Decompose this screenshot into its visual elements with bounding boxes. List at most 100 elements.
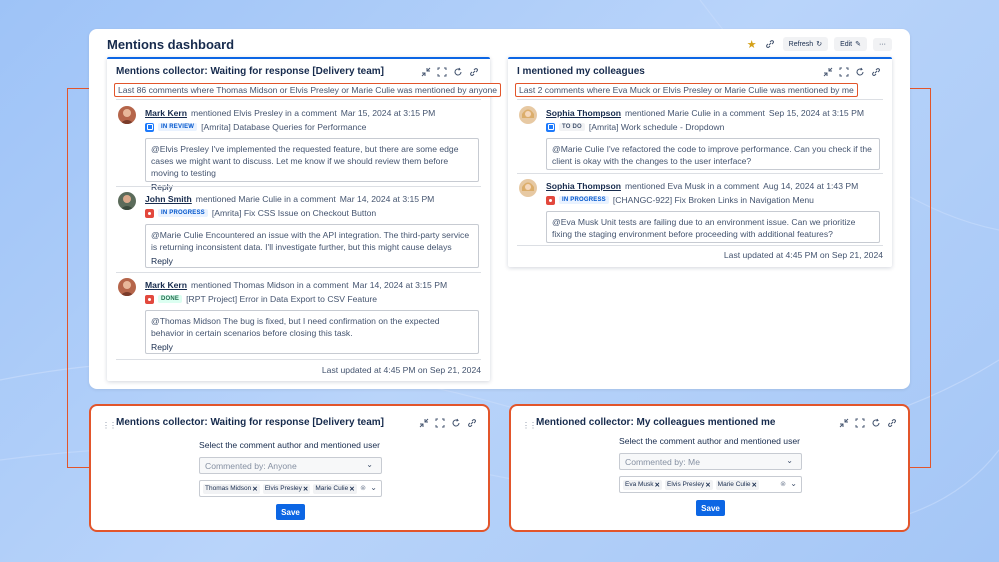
- dashboard-panel: Mentions dashboard ★ Refresh ↻ Edit ✎ ··…: [89, 29, 910, 389]
- comment-box: @Marie Culie I've refactored the code to…: [546, 138, 880, 170]
- collapse-icon[interactable]: [822, 66, 834, 78]
- config-panel-right: ⋮⋮ Mentioned collector: My colleagues me…: [509, 404, 910, 532]
- config-left-title: Mentions collector: Waiting for response…: [116, 417, 385, 428]
- divider: [116, 359, 481, 360]
- collapse-icon[interactable]: [420, 66, 432, 78]
- dashboard-title: Mentions dashboard: [107, 37, 235, 52]
- status-badge: IN PROGRESS: [158, 209, 208, 217]
- remove-tag-icon[interactable]: ✕: [252, 485, 257, 493]
- user-tag-label: Marie Culie: [315, 485, 349, 492]
- issue-line: IN REVIEW [Amrita] Database Queries for …: [145, 122, 366, 132]
- issue-line: DONE [RPT Project] Error in Data Export …: [145, 294, 377, 304]
- refresh-icon[interactable]: [854, 66, 866, 78]
- remove-tag-icon[interactable]: ✕: [752, 481, 757, 489]
- author-link[interactable]: John Smith: [145, 194, 192, 204]
- author-select[interactable]: Commented by: Me ⌄: [619, 453, 802, 470]
- remove-tag-icon[interactable]: ✕: [349, 485, 354, 493]
- divider: [517, 173, 883, 174]
- user-tag-label: Elvis Presley: [667, 481, 705, 488]
- drag-handle-icon[interactable]: ⋮⋮: [522, 421, 537, 430]
- divider: [116, 186, 481, 187]
- issue-link[interactable]: [Amrita] Fix CSS Issue on Checkout Butto…: [212, 208, 376, 218]
- config-right-title: Mentioned collector: My colleagues menti…: [536, 417, 776, 428]
- link-icon[interactable]: [468, 66, 480, 78]
- mentioned-users-select[interactable]: Eva Musk ✕ Elvis Presley ✕ Marie Culie ✕ ⊗ …: [619, 476, 802, 493]
- refresh-label: Refresh: [788, 40, 814, 48]
- mention-action: mentioned Thomas Midson in a comment: [191, 280, 349, 290]
- gadget-right-summary: Last 2 comments where Eva Muck or Elvis …: [515, 83, 858, 97]
- user-tag-label: Elvis Presley: [264, 485, 302, 492]
- user-tag-label: Marie Culie: [717, 481, 751, 488]
- issue-link[interactable]: [Amrita] Work schedule - Dropdown: [589, 122, 724, 132]
- divider: [517, 99, 883, 100]
- issue-link[interactable]: [CHANGC-922] Fix Broken Links in Navigat…: [613, 195, 814, 205]
- save-button[interactable]: Save: [276, 504, 305, 520]
- user-tag: Marie Culie ✕: [715, 479, 759, 490]
- remove-tag-icon[interactable]: ✕: [655, 481, 660, 489]
- collapse-icon[interactable]: [838, 417, 850, 429]
- comment-text: @Elvis Presley I've implemented the requ…: [151, 144, 459, 178]
- fullscreen-icon[interactable]: [436, 66, 448, 78]
- comment-box: @Marie Culie Encountered an issue with t…: [145, 224, 479, 268]
- issue-line: TO DO [Amrita] Work schedule - Dropdown: [546, 122, 724, 132]
- user-tag: Marie Culie ✕: [313, 483, 357, 494]
- refresh-button[interactable]: Refresh ↻: [782, 37, 829, 51]
- author-select[interactable]: Commented by: Anyone ⌄: [199, 457, 382, 474]
- config-left-icons: [418, 417, 478, 429]
- avatar: [118, 278, 136, 296]
- clear-icon[interactable]: ⊗: [780, 480, 786, 488]
- gadget-left-summary: Last 86 comments where Thomas Midson or …: [114, 83, 502, 97]
- remove-tag-icon[interactable]: ✕: [303, 485, 308, 493]
- mention-action: mentioned Marie Culie in a comment: [195, 194, 336, 204]
- fullscreen-icon[interactable]: [434, 417, 446, 429]
- issue-link[interactable]: [Amrita] Database Queries for Performanc…: [201, 122, 366, 132]
- user-tag: Eva Musk ✕: [623, 479, 662, 490]
- author-link[interactable]: Sophia Thompson: [546, 108, 621, 118]
- collapse-icon[interactable]: [418, 417, 430, 429]
- chevron-down-icon: ⌄: [786, 456, 793, 465]
- avatar: [118, 106, 136, 124]
- comment-time: Mar 14, 2024 at 3:15 PM: [339, 194, 435, 204]
- drag-handle-icon[interactable]: ⋮⋮: [102, 421, 117, 430]
- remove-tag-icon[interactable]: ✕: [705, 481, 710, 489]
- star-icon[interactable]: ★: [747, 38, 757, 51]
- reply-link[interactable]: Reply: [151, 341, 473, 353]
- edit-button[interactable]: Edit ✎: [834, 37, 867, 51]
- config-right-subtitle: Select the comment author and mentioned …: [618, 436, 801, 446]
- author-link[interactable]: Mark Kern: [145, 280, 187, 290]
- mention-action: mentioned Eva Musk in a comment: [624, 181, 760, 191]
- comment-text: @Thomas Midson The bug is fixed, but I n…: [151, 316, 440, 338]
- user-tag: Elvis Presley ✕: [665, 479, 713, 490]
- user-tag-label: Thomas Midson: [205, 485, 252, 492]
- refresh-icon[interactable]: [870, 417, 882, 429]
- status-badge: IN PROGRESS: [559, 196, 609, 204]
- config-left-subtitle: Select the comment author and mentioned …: [198, 440, 381, 450]
- clear-icon[interactable]: ⊗: [360, 484, 366, 492]
- fullscreen-icon[interactable]: [838, 66, 850, 78]
- refresh-icon: ↻: [816, 41, 823, 48]
- comment-header: Mark Kern mentioned Thomas Midson in a co…: [145, 280, 447, 290]
- reply-link[interactable]: Reply: [151, 255, 473, 267]
- save-button[interactable]: Save: [696, 500, 725, 516]
- link-icon[interactable]: [466, 417, 478, 429]
- status-badge: IN REVIEW: [158, 123, 198, 131]
- comment-header: Mark Kern mentioned Elvis Presley in a co…: [145, 108, 435, 118]
- link-icon[interactable]: [763, 37, 777, 51]
- issue-link[interactable]: [RPT Project] Error in Data Export to CS…: [186, 294, 377, 304]
- fullscreen-icon[interactable]: [854, 417, 866, 429]
- mentioned-users-select[interactable]: Thomas Midson ✕ Elvis Presley ✕ Marie Culi…: [199, 480, 382, 497]
- bug-icon: [145, 208, 154, 218]
- more-button[interactable]: ···: [873, 37, 892, 51]
- reply-link[interactable]: Reply: [151, 181, 473, 193]
- refresh-icon[interactable]: [450, 417, 462, 429]
- link-icon[interactable]: [870, 66, 882, 78]
- task-icon: [145, 122, 154, 132]
- author-link[interactable]: Sophia Thompson: [546, 181, 621, 191]
- issue-line: IN PROGRESS [CHANGC-922] Fix Broken Link…: [546, 195, 814, 205]
- refresh-icon[interactable]: [452, 66, 464, 78]
- link-icon[interactable]: [886, 417, 898, 429]
- author-link[interactable]: Mark Kern: [145, 108, 187, 118]
- chevron-down-icon: ⌄: [366, 460, 373, 469]
- divider: [517, 245, 883, 246]
- user-tag: Elvis Presley ✕: [262, 483, 311, 494]
